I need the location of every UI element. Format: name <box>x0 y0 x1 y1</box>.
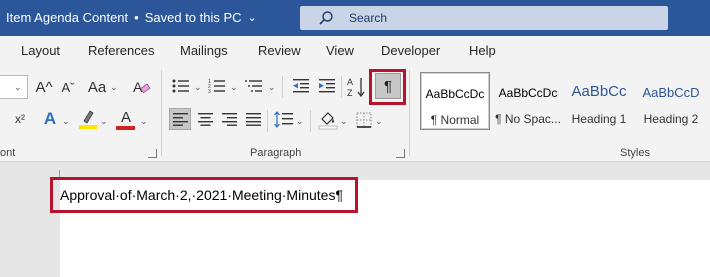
style-preview: AaBbCcD <box>642 85 700 100</box>
grow-font-icon[interactable]: A^ <box>34 78 54 96</box>
group-divider <box>409 70 410 156</box>
chevron-down-icon[interactable]: ⌄ <box>268 82 276 93</box>
title-bar: Item Agenda Content • Saved to this PC ⌄… <box>0 0 710 36</box>
tab-review[interactable]: Review <box>258 43 301 58</box>
style-name: ¶ Normal <box>430 113 480 127</box>
align-left-button[interactable] <box>169 108 191 130</box>
decrease-indent-icon[interactable] <box>292 78 310 94</box>
svg-text:A: A <box>347 77 353 87</box>
svg-text:3: 3 <box>208 89 211 94</box>
save-status: Saved to this PC <box>144 10 242 25</box>
change-case-icon[interactable]: Aa <box>86 78 108 96</box>
tab-mailings[interactable]: Mailings <box>180 43 228 58</box>
chevron-down-icon[interactable]: ⌄ <box>340 116 348 127</box>
styles-gallery: AaBbCcDc ¶ Normal AaBbCcDc ¶ No Spac... … <box>418 70 710 132</box>
superscript-icon[interactable]: x² <box>10 111 30 127</box>
multilevel-list-icon[interactable] <box>244 78 264 94</box>
divider <box>310 110 311 132</box>
font-color-icon[interactable]: A <box>116 108 136 126</box>
title-separator: • <box>134 10 139 25</box>
tab-help[interactable]: Help <box>469 43 496 58</box>
search-label: Search <box>349 11 388 25</box>
style-heading-2[interactable]: AaBbCcD Heading 2 <box>636 72 706 130</box>
chevron-down-icon[interactable]: ⌄ <box>194 82 202 93</box>
search-box[interactable]: Search <box>300 6 668 30</box>
text-effects-icon[interactable]: A <box>40 109 60 129</box>
sort-icon[interactable]: A Z <box>346 76 366 98</box>
divider <box>341 76 342 98</box>
chevron-down-icon[interactable]: ⌄ <box>62 116 70 127</box>
line-spacing-icon[interactable] <box>274 111 294 128</box>
styles-group-label: Styles <box>620 147 650 159</box>
search-icon <box>319 11 333 25</box>
tab-view[interactable]: View <box>326 43 354 58</box>
chevron-down-icon[interactable]: ⌄ <box>248 11 257 24</box>
svg-text:A: A <box>133 79 143 95</box>
bullets-icon[interactable] <box>172 78 190 94</box>
highlighter-icon[interactable] <box>78 108 98 130</box>
chevron-down-icon[interactable]: ⌄ <box>140 116 148 127</box>
paragraph-group-label: Paragraph <box>250 147 302 159</box>
divider <box>282 76 283 98</box>
ribbon-tabs: Layout References Mailings Review View D… <box>0 36 710 66</box>
chevron-down-icon[interactable]: ⌄ <box>375 116 383 127</box>
style-name: Heading 2 <box>643 112 699 126</box>
style-name: Heading 1 <box>571 112 627 126</box>
style-preview: AaBbCcDc <box>498 86 558 100</box>
tab-developer[interactable]: Developer <box>381 43 440 58</box>
style-name: ¶ No Spac... <box>495 112 561 126</box>
chevron-down-icon[interactable]: ⌄ <box>110 82 118 93</box>
style-no-spacing[interactable]: AaBbCcDc ¶ No Spac... <box>493 72 563 130</box>
chevron-down-icon[interactable]: ⌄ <box>230 82 238 93</box>
align-right-icon[interactable] <box>222 113 237 126</box>
tab-references[interactable]: References <box>88 43 154 58</box>
font-size-box[interactable]: ⌄ <box>0 75 28 99</box>
clear-formatting-icon[interactable]: A <box>131 77 151 97</box>
style-normal[interactable]: AaBbCcDc ¶ Normal <box>420 72 490 130</box>
font-group-label: ont <box>0 147 16 159</box>
tab-layout[interactable]: Layout <box>21 43 60 58</box>
chevron-down-icon[interactable]: ⌄ <box>296 116 304 127</box>
shrink-font-icon[interactable]: Aˇ <box>58 78 78 96</box>
paragraph-dialog-launcher[interactable] <box>396 149 405 158</box>
chevron-down-icon[interactable]: ⌄ <box>14 82 22 93</box>
font-dialog-launcher[interactable] <box>148 149 157 158</box>
shading-icon[interactable] <box>318 109 338 130</box>
numbering-icon[interactable]: 123 <box>208 78 226 94</box>
align-center-icon[interactable] <box>198 113 213 126</box>
highlight-frame-text <box>50 177 358 213</box>
align-left-icon <box>173 113 188 126</box>
svg-text:Z: Z <box>347 88 353 98</box>
highlight-frame-show-hide <box>369 69 406 105</box>
font-color-swatch <box>116 126 135 130</box>
style-preview: AaBbCcDc <box>425 87 485 101</box>
document-title[interactable]: Item Agenda Content • Saved to this PC ⌄ <box>6 10 257 25</box>
increase-indent-icon[interactable] <box>318 78 336 94</box>
style-preview: AaBbCc <box>571 83 627 100</box>
justify-icon[interactable] <box>246 113 261 126</box>
divider <box>267 110 268 132</box>
chevron-down-icon[interactable]: ⌄ <box>100 116 108 127</box>
borders-icon[interactable] <box>356 112 372 128</box>
document-name: Item Agenda Content <box>6 10 129 25</box>
group-divider <box>161 70 162 156</box>
style-heading-1[interactable]: AaBbCc Heading 1 <box>564 72 634 130</box>
